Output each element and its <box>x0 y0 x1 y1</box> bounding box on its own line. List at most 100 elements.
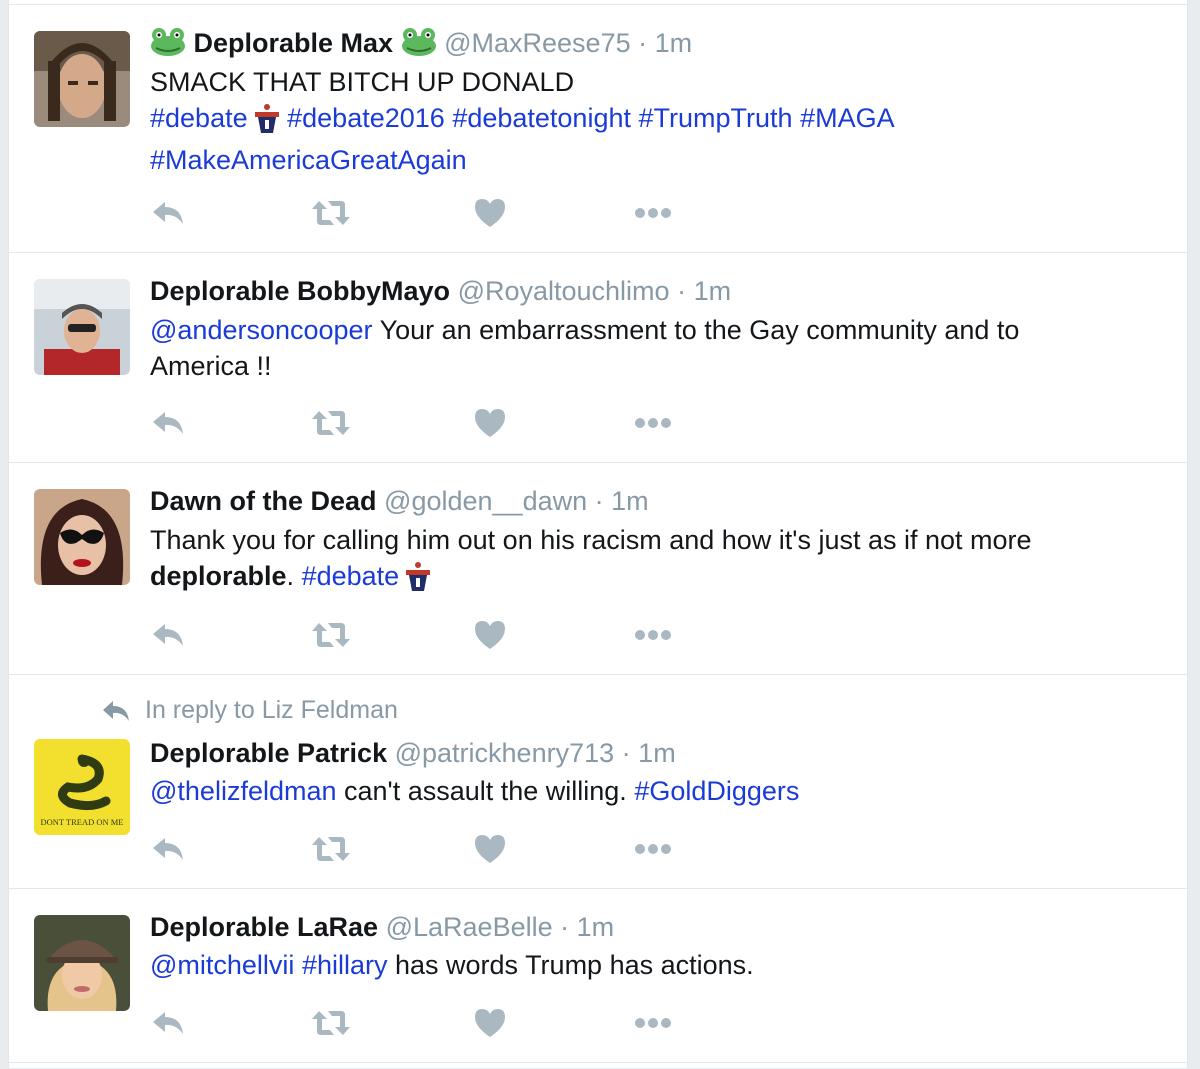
mention-link[interactable]: @mitchellvii <box>150 950 294 980</box>
reply-button[interactable] <box>150 617 186 658</box>
hashtag-link[interactable]: #hillary <box>302 950 388 980</box>
tweet-text-line: SMACK THAT BITCH UP DONALD <box>150 67 575 97</box>
user-handle[interactable]: @patrickhenry713 <box>395 738 615 768</box>
reply-icon <box>150 412 186 445</box>
bold-word: deplorable <box>150 561 287 591</box>
timestamp[interactable]: 1m <box>694 276 732 306</box>
hashtag-link[interactable]: #debatetonight <box>452 103 631 133</box>
timestamp[interactable]: 1m <box>611 486 649 516</box>
retweet-button[interactable] <box>310 1005 352 1046</box>
more-button[interactable] <box>632 195 674 236</box>
more-button[interactable] <box>632 831 674 872</box>
hashtag-link[interactable]: #GoldDiggers <box>634 776 799 806</box>
reply-button[interactable] <box>150 831 186 872</box>
reply-icon <box>150 202 186 235</box>
tweet-text-line: Thank you for calling him out on his rac… <box>150 525 1032 555</box>
retweet-icon <box>310 201 352 235</box>
like-button[interactable] <box>472 405 508 446</box>
tweet-text-line: Your an embarrassment to the Gay communi… <box>372 315 1020 345</box>
reply-button[interactable] <box>150 1005 186 1046</box>
frog-emoji-icon <box>401 26 437 65</box>
user-name[interactable]: Deplorable Patrick <box>150 738 387 768</box>
like-button[interactable] <box>472 1005 508 1046</box>
retweet-icon <box>310 1011 352 1045</box>
tweet[interactable]: Dawn of the Dead @golden__dawn · 1m Than… <box>9 462 1187 675</box>
tweet[interactable]: Deplorable Max @MaxReese75 · 1m SMACK TH… <box>9 4 1187 253</box>
heart-icon <box>472 835 508 871</box>
more-button[interactable] <box>632 617 674 658</box>
timestamp[interactable]: 1m <box>638 738 676 768</box>
separator: · <box>638 28 648 58</box>
heart-icon <box>472 199 508 235</box>
retweet-button[interactable] <box>310 831 352 872</box>
reply-icon <box>150 1012 186 1045</box>
user-name[interactable]: Dawn of the Dead <box>150 486 377 516</box>
heart-icon <box>472 621 508 657</box>
tweet[interactable]: In reply to Liz Feldman DONT TREAD ON ME… <box>9 674 1187 889</box>
tweet-text: @andersoncooper Your an embarrassment to… <box>150 312 1150 384</box>
user-name[interactable]: Deplorable BobbyMayo <box>150 276 450 306</box>
debate-podium-icon <box>405 561 431 600</box>
tweet-actions <box>150 617 710 653</box>
user-name[interactable]: Deplorable LaRae <box>150 912 378 942</box>
tweet-actions <box>150 1005 710 1041</box>
hashtag-link[interactable]: #TrumpTruth <box>639 103 793 133</box>
tweet-actions <box>150 195 710 231</box>
more-icon <box>632 418 674 445</box>
retweet-button[interactable] <box>310 195 352 236</box>
hashtag-link[interactable]: #debate <box>150 103 248 133</box>
tweet-actions <box>150 831 710 867</box>
more-button[interactable] <box>632 405 674 446</box>
retweet-icon <box>310 623 352 657</box>
tweet-text: @mitchellvii #hillary has words Trump ha… <box>150 947 1150 983</box>
more-icon <box>632 208 674 235</box>
reply-icon <box>101 696 145 724</box>
hashtag-link[interactable]: #MAGA <box>800 103 895 133</box>
tweet[interactable]: Deplorable LaRae @LaRaeBelle · 1m @mitch… <box>9 888 1187 1063</box>
like-button[interactable] <box>472 195 508 236</box>
retweet-icon <box>310 411 352 445</box>
reply-button[interactable] <box>150 405 186 446</box>
user-handle[interactable]: @golden__dawn <box>384 486 587 516</box>
tweet-text-line: has words Trump has actions. <box>387 950 754 980</box>
separator: · <box>594 486 604 516</box>
in-reply-to-label: In reply to Liz Feldman <box>145 696 398 724</box>
hashtag-link[interactable]: #debate2016 <box>287 103 445 133</box>
tweet-text: Thank you for calling him out on his rac… <box>150 522 1150 600</box>
avatar[interactable] <box>34 31 130 127</box>
more-button[interactable] <box>632 1005 674 1046</box>
more-icon <box>632 1018 674 1045</box>
debate-podium-icon <box>254 103 280 142</box>
mention-link[interactable]: @thelizfeldman <box>150 776 337 806</box>
user-name[interactable]: Deplorable Max <box>194 28 394 58</box>
more-icon <box>632 630 674 657</box>
separator: · <box>621 738 631 768</box>
avatar[interactable] <box>34 915 130 1011</box>
avatar[interactable]: DONT TREAD ON ME <box>34 739 130 835</box>
timestamp[interactable]: 1m <box>577 912 615 942</box>
hashtag-link[interactable]: #MakeAmericaGreatAgain <box>150 145 467 175</box>
tweet-text: @thelizfeldman can't assault the willing… <box>150 773 1150 809</box>
user-handle[interactable]: @LaRaeBelle <box>386 912 553 942</box>
reply-button[interactable] <box>150 195 186 236</box>
avatar[interactable] <box>34 279 130 375</box>
like-button[interactable] <box>472 831 508 872</box>
reply-icon <box>150 838 186 871</box>
retweet-button[interactable] <box>310 617 352 658</box>
hashtag-link[interactable]: #debate <box>302 561 400 591</box>
in-reply-to[interactable]: In reply to Liz Feldman <box>101 693 398 727</box>
tweet-text-line: America !! <box>150 351 272 381</box>
user-handle[interactable]: @MaxReese75 <box>444 28 631 58</box>
mention-link[interactable]: @andersoncooper <box>150 315 373 345</box>
timestamp[interactable]: 1m <box>655 28 693 58</box>
separator: · <box>677 276 687 306</box>
avatar[interactable] <box>34 489 130 585</box>
user-handle[interactable]: @Royaltouchlimo <box>458 276 670 306</box>
tweet-actions <box>150 405 710 441</box>
tweet[interactable]: Deplorable BobbyMayo @Royaltouchlimo · 1… <box>9 252 1187 463</box>
retweet-button[interactable] <box>310 405 352 446</box>
like-button[interactable] <box>472 617 508 658</box>
retweet-icon <box>310 837 352 871</box>
punctuation: . <box>286 561 295 591</box>
tweet-timeline: Deplorable Max @MaxReese75 · 1m SMACK TH… <box>8 0 1188 1068</box>
